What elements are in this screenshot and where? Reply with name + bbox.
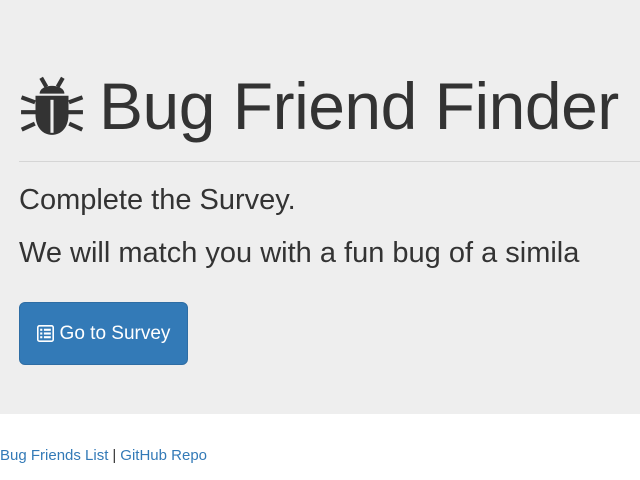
intro-line-1: Complete the Survey. — [19, 184, 296, 216]
title-text: Bug Friend Finder — [99, 69, 619, 143]
intro-line-2: We will match you with a fun bug of a si… — [19, 237, 580, 269]
github-repo-link[interactable]: GitHub Repo — [120, 447, 207, 464]
go-to-survey-button[interactable]: Go to Survey — [19, 302, 188, 365]
jumbotron: Bug Friend Finder Complete the Survey. W… — [0, 0, 640, 414]
bug-friends-list-link[interactable]: Bug Friends List — [0, 447, 108, 464]
divider — [19, 161, 640, 162]
footer: Bug Friends List | GitHub Repo — [0, 446, 207, 466]
bug-icon — [19, 73, 85, 139]
list-alt-icon — [36, 325, 54, 342]
footer-separator: | — [112, 447, 117, 464]
go-to-survey-label: Go to Survey — [59, 322, 171, 344]
page-title: Bug Friend Finder — [19, 66, 619, 146]
